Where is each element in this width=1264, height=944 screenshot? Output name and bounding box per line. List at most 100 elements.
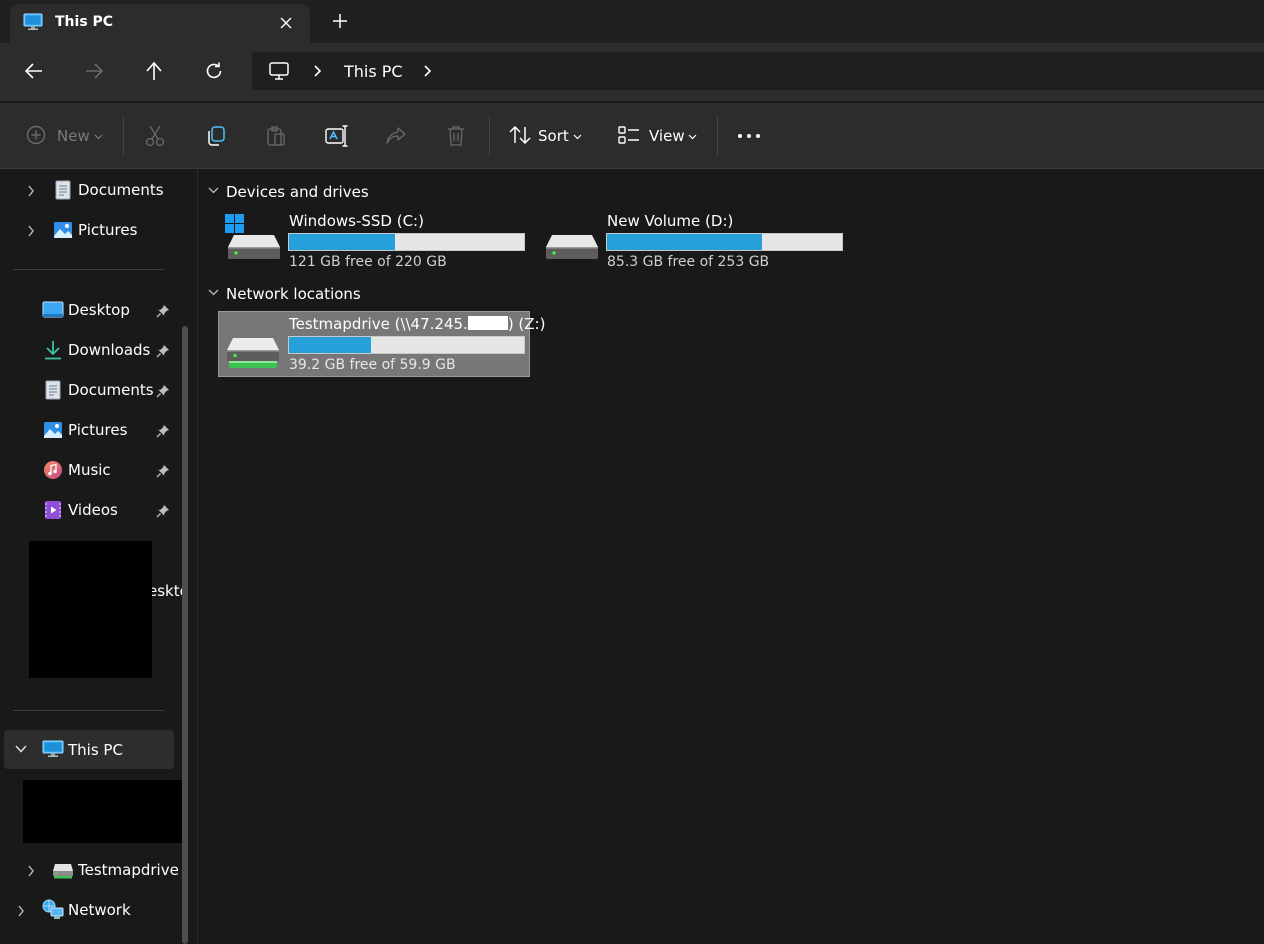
breadcrumb-this-pc[interactable]: This PC <box>344 62 403 81</box>
drive-usage-fill <box>289 234 395 250</box>
paste-icon[interactable] <box>265 125 287 147</box>
sidebar-item-documents[interactable]: Documents <box>0 372 182 408</box>
drive-name-suffix: ) (Z:) <box>507 315 546 333</box>
group-header-network[interactable]: Network locations <box>226 285 361 303</box>
rename-icon[interactable] <box>325 125 349 147</box>
pictures-icon <box>43 421 63 439</box>
new-button[interactable]: New <box>22 115 108 157</box>
view-list-icon <box>618 126 640 144</box>
navigation-pane: Documents Pictures Desktop Downloads Doc… <box>0 170 197 944</box>
up-arrow-icon[interactable] <box>145 61 163 81</box>
content-area: Devices and drives Windows-SSD (C:) 121 … <box>198 170 1264 944</box>
collapse-chevron-icon[interactable] <box>208 187 219 194</box>
monitor-icon <box>23 13 43 31</box>
pin-icon[interactable] <box>156 464 170 478</box>
view-button[interactable]: View <box>614 115 704 157</box>
download-icon <box>44 340 62 360</box>
refresh-icon[interactable] <box>204 61 224 81</box>
monitor-icon <box>42 740 64 758</box>
sidebar-item-label: Downloads <box>68 341 151 359</box>
drive-usage-bar <box>288 233 525 251</box>
command-bar: New Sort View <box>0 103 1264 169</box>
chevron-right-icon[interactable] <box>27 225 35 237</box>
drive-name: Testmapdrive (\\47.245. ) (Z:) <box>289 315 545 333</box>
forward-arrow-icon[interactable] <box>84 62 104 80</box>
music-icon <box>43 460 63 480</box>
drive-tile-d[interactable]: New Volume (D:) 85.3 GB free of 253 GB <box>538 210 848 276</box>
drive-tile-c[interactable]: Windows-SSD (C:) 121 GB free of 220 GB <box>220 210 530 276</box>
share-icon[interactable] <box>385 125 407 147</box>
close-tab-icon[interactable] <box>278 15 294 31</box>
sidebar-item-label: Testmapdrive ( <box>78 861 178 879</box>
address-bar[interactable]: This PC <box>252 52 1264 90</box>
sidebar-item-label: Desktop <box>68 301 130 319</box>
sidebar-scrollbar[interactable] <box>182 326 188 944</box>
pictures-icon <box>53 221 73 239</box>
chevron-right-icon[interactable] <box>17 905 25 917</box>
cut-icon[interactable] <box>145 125 165 147</box>
pin-icon[interactable] <box>156 344 170 358</box>
drive-usage-bar <box>288 336 525 354</box>
sidebar-item-label: Videos <box>68 501 118 519</box>
sidebar-divider <box>13 269 164 270</box>
drive-name: Windows-SSD (C:) <box>289 212 424 230</box>
desktop-icon <box>42 301 64 319</box>
redacted-block <box>23 780 182 843</box>
new-button-label: New <box>57 127 90 145</box>
chevron-down-icon <box>573 134 582 140</box>
sidebar-item-label: This PC <box>68 741 123 759</box>
sort-icon <box>509 125 531 145</box>
new-tab-icon[interactable] <box>332 13 348 29</box>
drive-icon <box>542 213 600 261</box>
drive-free-space: 121 GB free of 220 GB <box>289 254 447 270</box>
network-drive-icon <box>52 863 74 879</box>
breadcrumb-chevron-icon[interactable] <box>312 64 322 78</box>
monitor-outline-icon <box>268 61 290 81</box>
tab-this-pc[interactable]: This PC <box>10 4 310 43</box>
collapse-chevron-icon[interactable] <box>208 289 219 296</box>
toolbar-separator <box>717 116 718 156</box>
sidebar-item-videos[interactable]: Videos <box>0 492 182 528</box>
document-icon <box>55 180 71 200</box>
network-drive-icon <box>223 316 281 372</box>
tab-title: This PC <box>55 14 114 30</box>
sidebar-item-network[interactable]: Network <box>0 892 182 928</box>
more-options-icon[interactable] <box>737 133 761 139</box>
sidebar-item-music[interactable]: Music <box>0 452 182 488</box>
back-arrow-icon[interactable] <box>24 62 44 80</box>
drive-free-space: 39.2 GB free of 59.9 GB <box>289 357 456 373</box>
sort-button[interactable]: Sort <box>505 115 600 157</box>
pin-icon[interactable] <box>156 304 170 318</box>
tab-bar: This PC <box>0 0 1264 43</box>
sidebar-item-desktop[interactable]: Desktop <box>0 292 182 328</box>
chevron-right-icon[interactable] <box>27 185 35 197</box>
view-button-label: View <box>649 127 685 145</box>
drive-name-prefix: Testmapdrive (\\47.245. <box>289 315 468 333</box>
document-icon <box>45 380 61 400</box>
sidebar-item-documents[interactable]: Documents <box>0 172 182 208</box>
breadcrumb-chevron-icon[interactable] <box>422 64 432 78</box>
chevron-down-icon[interactable] <box>15 745 27 753</box>
copy-icon[interactable] <box>205 125 227 147</box>
sidebar-divider <box>13 710 164 711</box>
sidebar-item-pictures[interactable]: Pictures <box>0 412 182 448</box>
redacted-text <box>467 316 508 330</box>
pin-icon[interactable] <box>156 424 170 438</box>
sidebar-item-label: Music <box>68 461 111 479</box>
sidebar-item-label: Documents <box>68 381 154 399</box>
delete-icon[interactable] <box>446 125 466 147</box>
pin-icon[interactable] <box>156 504 170 518</box>
sidebar-item-downloads[interactable]: Downloads <box>0 332 182 368</box>
group-header-devices[interactable]: Devices and drives <box>226 183 369 201</box>
drive-free-space: 85.3 GB free of 253 GB <box>607 254 770 270</box>
pin-icon[interactable] <box>156 384 170 398</box>
drive-tile-z[interactable]: Testmapdrive (\\47.245. ) (Z:) 39.2 GB fr… <box>218 311 545 377</box>
windows-drive-icon <box>224 213 282 261</box>
network-icon <box>42 899 64 921</box>
sidebar-item-this-pc[interactable]: This PC <box>4 730 174 769</box>
sidebar-item-testmapdrive[interactable]: Testmapdrive ( <box>0 852 182 888</box>
redacted-block <box>29 541 152 678</box>
video-icon <box>44 500 62 520</box>
chevron-right-icon[interactable] <box>27 865 35 877</box>
sidebar-item-pictures[interactable]: Pictures <box>0 212 182 248</box>
